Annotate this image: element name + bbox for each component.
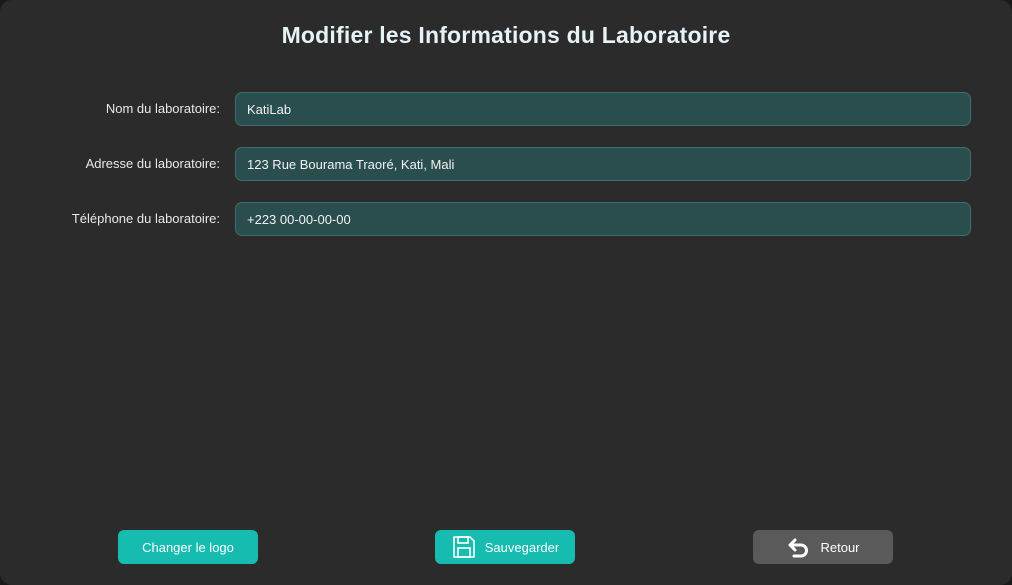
floppy-disk-icon [451, 534, 477, 560]
lab-address-row: Adresse du laboratoire: [0, 147, 1012, 181]
lab-name-row: Nom du laboratoire: [0, 92, 1012, 126]
save-label: Sauvegarder [484, 539, 560, 555]
lab-address-input[interactable] [235, 147, 971, 181]
page-title: Modifier les Informations du Laboratoire [281, 22, 731, 48]
change-logo-label: Changer le logo [142, 539, 234, 555]
back-label: Retour [820, 539, 860, 555]
lab-phone-label: Téléphone du laboratoire: [71, 211, 220, 226]
lab-phone-row: Téléphone du laboratoire: [0, 202, 1012, 236]
lab-address-label: Adresse du laboratoire: [85, 156, 220, 171]
undo-arrow-icon [786, 534, 812, 560]
lab-name-input[interactable] [235, 92, 971, 126]
lab-info-window: Modifier les Informations du Laboratoire… [0, 0, 1012, 585]
lab-phone-input[interactable] [235, 202, 971, 236]
save-button[interactable]: Sauvegarder [435, 530, 575, 564]
lab-name-label: Nom du laboratoire: [105, 101, 220, 116]
back-button[interactable]: Retour [753, 530, 893, 564]
change-logo-button[interactable]: Changer le logo [118, 530, 258, 564]
